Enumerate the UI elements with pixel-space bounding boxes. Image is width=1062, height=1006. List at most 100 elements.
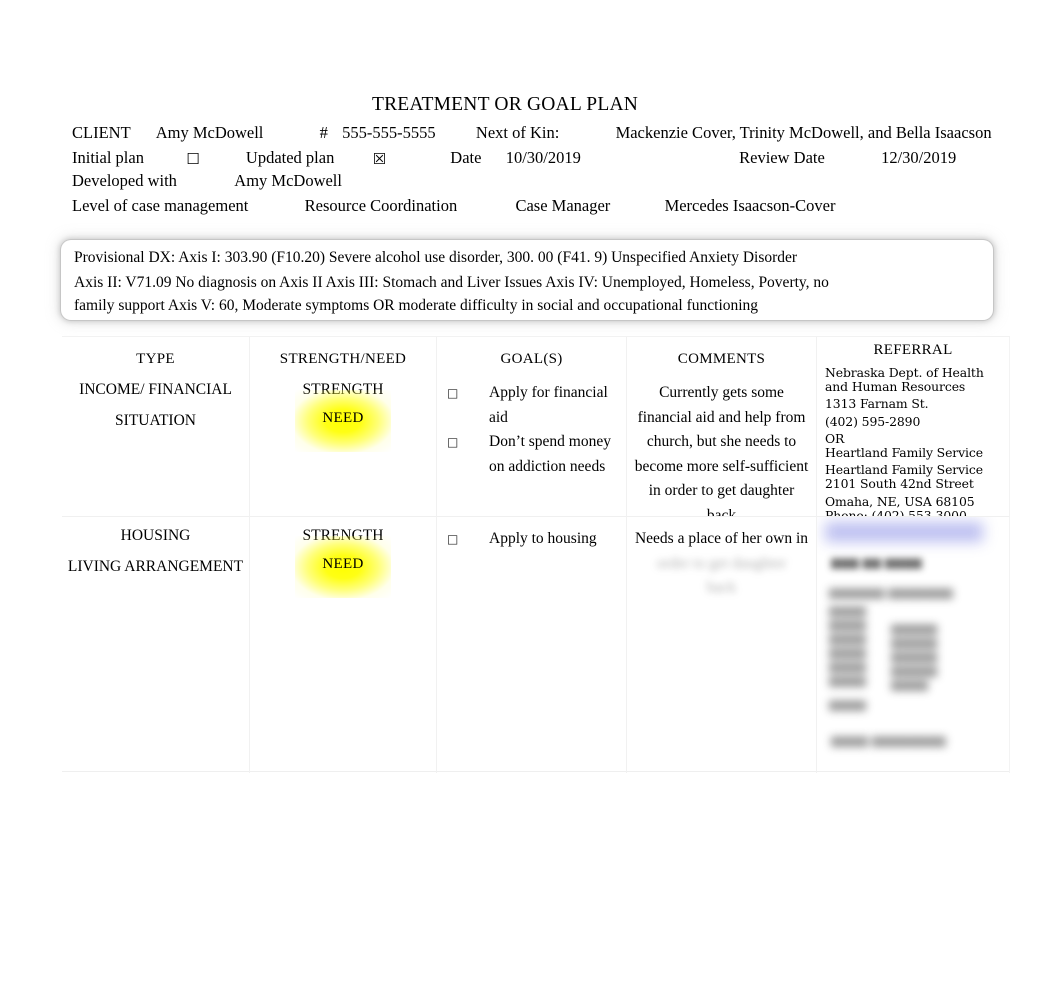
redaction-highlight-band: [825, 522, 983, 542]
bullet-box-icon: □: [447, 386, 459, 400]
redacted-text-block: ▆▆▆▆▆ ▆▆▆▆▆ ▆▆▆▆▆ ▆▆▆▆▆ ▆▆▆▆: [891, 621, 938, 691]
axis-2-label: Axis II:: [74, 274, 122, 291]
goal-1-line-2: aid: [489, 408, 508, 426]
column-header-goals: GOAL(S): [500, 351, 563, 367]
list-item: □ Don’t spend money: [437, 430, 626, 455]
axis-4-text: Axis IV: Unemployed, Homeless, Poverty, …: [545, 274, 829, 291]
header-plan-line: Initial plan ☐ Updated plan ☒ Date 10/30…: [72, 148, 956, 168]
referral-line: and Human Resources: [825, 379, 966, 395]
type-value-line-2: LIVING ARRANGEMENT: [67, 558, 244, 575]
next-of-kin-value: Mackenzie Cover, Trinity McDowell, and B…: [615, 123, 992, 142]
table-cell-referral: ▆▆▆ ▆▆ ▆▆▆▆ ▆▆▆▆▆▆ ▆▆▆▆▆▆▆ ▆▆▆▆ ▆▆▆▆ ▆▆▆…: [817, 517, 1010, 773]
type-value-line-1: HOUSING: [120, 527, 191, 544]
comment-line-2: financial aid and help from: [637, 408, 806, 426]
bullet-box-icon: □: [447, 532, 459, 546]
need-label: NEED: [322, 556, 364, 572]
developed-with-label: Developed with: [72, 171, 177, 190]
goal-list: □ Apply to housing: [437, 527, 626, 552]
column-header-referral: REFERRAL: [873, 342, 953, 358]
date-label: Date: [450, 148, 482, 167]
diagnosis-line-2: Axis II: V71.09 No diagnosis on Axis II …: [74, 274, 829, 292]
provisional-dx-label: Provisional DX:: [74, 249, 176, 266]
table-cell-type: HOUSING LIVING ARRANGEMENT: [62, 517, 250, 773]
referral-line: (402) 595-2890: [825, 413, 921, 429]
referral-line: Nebraska Dept. of Health: [825, 365, 984, 380]
goal-1-line-1: Apply for financial: [489, 384, 608, 401]
axis-2-text: V71.09 No diagnosis on Axis II: [125, 274, 323, 291]
redacted-text-block: ▆▆▆▆ ▆▆▆▆▆▆▆▆: [831, 733, 946, 747]
phone-symbol: #: [319, 123, 328, 142]
axis-3-text: Axis III: Stomach and Liver Issues: [325, 274, 543, 291]
goal-2-line-1: Don’t spend money: [489, 433, 611, 450]
table-cell-type: TYPE INCOME/ FINANCIAL SITUATION: [62, 337, 250, 517]
client-label: CLIENT: [72, 123, 131, 142]
initial-plan-checkbox[interactable]: ☐: [186, 150, 199, 168]
comment-line-1: Currently gets some: [659, 384, 784, 401]
referral-line: OR: [825, 430, 845, 446]
table-cell-goals: □ Apply to housing: [437, 517, 627, 773]
strength-label: STRENGTH: [302, 381, 384, 398]
diagnosis-line-1: Provisional DX: Axis I: 303.90 (F10.20) …: [74, 249, 797, 267]
header-client-line: CLIENT Amy McDowell # 555-555-5555 Next …: [72, 123, 992, 143]
table-cell-goals: GOAL(S) □ Apply for financial aid □ Don’…: [437, 337, 627, 517]
updated-plan-label: Updated plan: [245, 148, 335, 167]
document-page: TREATMENT OR GOAL PLAN CLIENT Amy McDowe…: [0, 0, 1062, 1006]
header-level-line: Level of case management Resource Coordi…: [72, 196, 835, 216]
bullet-box-icon: □: [447, 435, 459, 449]
list-item: □ Apply for financial: [437, 381, 626, 406]
client-name-value: Amy McDowell: [155, 123, 264, 142]
axis-1-text: Severe alcohol use disorder, 300. 00 (F4…: [328, 249, 798, 266]
case-manager-label: Case Manager: [515, 196, 611, 215]
comment-redacted-line-2: back: [706, 579, 737, 596]
comments-text: Needs a place of her own in order to get…: [627, 527, 816, 601]
review-date-label: Review Date: [739, 148, 825, 167]
comment-line-5: in order to get daughter: [648, 482, 795, 499]
list-item: □ Apply to housing: [437, 527, 626, 552]
column-header-type: TYPE: [136, 351, 175, 367]
type-value-line-2: SITUATION: [115, 412, 196, 429]
redacted-text-block: ▆▆▆▆▆▆ ▆▆▆▆▆▆▆: [829, 585, 953, 599]
referral-line: 2101 South 42nd Street: [825, 476, 974, 492]
updated-plan-checkbox[interactable]: ☒: [373, 150, 386, 168]
referral-line: Phone: (402) 553-3000: [825, 507, 967, 517]
referral-line: Heartland Family Service: [825, 445, 983, 461]
next-of-kin-label: Next of Kin:: [475, 123, 560, 142]
diagnosis-box: Provisional DX: Axis I: 303.90 (F10.20) …: [61, 240, 993, 320]
comment-line-4: become more self-sufficient: [634, 457, 809, 475]
table-cell-comments: Needs a place of her own in order to get…: [627, 517, 817, 773]
table-cell-referral: REFERRAL Nebraska Dept. of Health and Hu…: [817, 337, 1010, 517]
comment-line-6: back: [706, 506, 737, 517]
comment-line-1: Needs a place of her own in: [634, 530, 808, 547]
referral-address-block: Nebraska Dept. of Health and Human Resou…: [825, 365, 1009, 517]
level-of-case-management-label: Level of case management: [72, 196, 249, 215]
axis-4-continuation: family support: [74, 297, 165, 314]
case-manager-value: Mercedes Isaacson-Cover: [664, 196, 836, 215]
redacted-text-block: ▆▆▆ ▆▆ ▆▆▆▆: [831, 555, 922, 569]
date-value: 10/30/2019: [505, 148, 581, 167]
need-label: NEED: [322, 410, 364, 426]
phone-value: 555-555-5555: [342, 123, 436, 142]
page-title: TREATMENT OR GOAL PLAN: [371, 94, 639, 115]
referral-line: Omaha, NE, USA 68105: [825, 493, 975, 509]
redacted-text-block: ▆▆▆▆ ▆▆▆▆ ▆▆▆▆ ▆▆▆▆ ▆▆▆▆ ▆▆▆▆: [829, 603, 866, 687]
strength-label: STRENGTH: [302, 527, 384, 544]
goal-1-line-1: Apply to housing: [489, 530, 597, 547]
need-highlight: NEED: [250, 390, 436, 452]
initial-plan-label: Initial plan: [72, 148, 144, 167]
need-highlight: NEED: [250, 536, 436, 598]
axis-5-text: Axis V: 60, Moderate symptoms OR moderat…: [167, 297, 759, 314]
referral-line: 1313 Farnam St.: [825, 396, 929, 412]
comments-text: Currently gets some financial aid and he…: [627, 381, 816, 517]
review-date-value: 12/30/2019: [881, 148, 957, 167]
column-header-comments: COMMENTS: [677, 351, 766, 367]
table-cell-strength-need: STRENGTH/NEED STRENGTH NEED: [250, 337, 437, 517]
developed-with-value: Amy McDowell: [234, 171, 342, 190]
column-header-strength-need: STRENGTH/NEED: [279, 351, 407, 367]
redacted-text-block: ▆▆▆▆: [829, 697, 866, 711]
table-cell-comments: COMMENTS Currently gets some financial a…: [627, 337, 817, 517]
level-of-case-management-value: Resource Coordination: [304, 196, 458, 215]
referral-line: Heartland Family Service: [825, 462, 983, 478]
header-developed-line: Developed with Amy McDowell: [72, 171, 342, 191]
comment-redacted-line-1: order to get daughter: [656, 554, 787, 572]
type-value-line-1: INCOME/ FINANCIAL: [79, 381, 232, 398]
